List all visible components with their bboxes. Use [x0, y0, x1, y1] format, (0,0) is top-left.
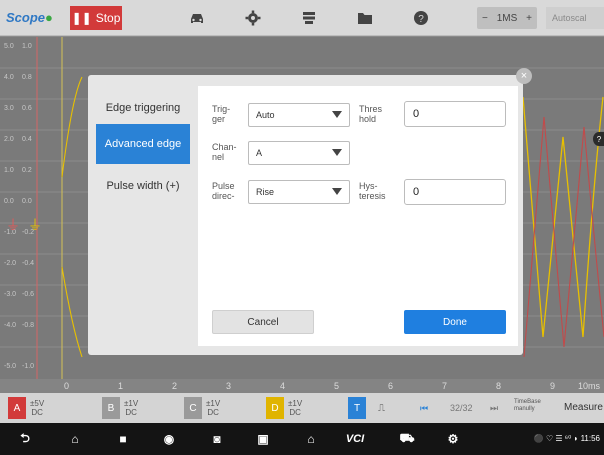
- tab-advanced-edge[interactable]: Advanced edge: [96, 124, 190, 164]
- threshold-input[interactable]: 0: [404, 101, 506, 127]
- channel-label: Chan- nel: [212, 142, 237, 162]
- channel-d-marker-icon[interactable]: ⏚: [28, 215, 42, 235]
- channel-a-badge[interactable]: A: [8, 397, 26, 419]
- timebase-plus-button[interactable]: +: [526, 13, 532, 24]
- stop-label: Stop: [95, 11, 121, 25]
- garage-icon[interactable]: ⌂: [302, 431, 320, 447]
- trigger-channel-button[interactable]: T: [348, 397, 366, 419]
- camera-icon[interactable]: ◙: [208, 431, 226, 447]
- service-icon[interactable]: ⚙: [444, 431, 462, 447]
- pause-icon: ❚❚: [71, 11, 92, 25]
- vci-icon[interactable]: VCI: [340, 431, 370, 447]
- pulse-direction-label: Pulse direc-: [212, 181, 235, 201]
- channel-b-badge[interactable]: B: [102, 397, 120, 419]
- done-button[interactable]: Done: [404, 310, 506, 334]
- help-icon[interactable]: ?: [412, 9, 430, 27]
- trigger-label: Trig- ger: [212, 104, 231, 124]
- trigger-select[interactable]: Auto: [248, 103, 350, 127]
- tab-edge-triggering[interactable]: Edge triggering: [96, 88, 190, 128]
- x-axis: 0 1 2 3 4 5 6 7 8 9 10ms: [0, 379, 604, 393]
- measure-button[interactable]: Measure: [564, 402, 603, 413]
- folder-icon[interactable]: [356, 9, 374, 27]
- gear-icon[interactable]: [244, 9, 262, 27]
- pulse-icon[interactable]: ⎍: [378, 403, 385, 414]
- channel-a-control[interactable]: A ±5V DC: [8, 397, 56, 419]
- top-toolbar: Scope● ❚❚ Stop ? − 1MS + Autoscal: [0, 0, 604, 36]
- autoscale-button[interactable]: Autoscal: [546, 7, 604, 29]
- channel-c-badge[interactable]: C: [184, 397, 202, 419]
- timebase-minus-button[interactable]: −: [482, 13, 488, 24]
- timebase-value: 1MS: [496, 12, 518, 24]
- hysteresis-label: Hys- teresis: [359, 181, 386, 201]
- recent-apps-icon[interactable]: ■: [114, 431, 132, 447]
- stop-button[interactable]: ❚❚ Stop: [70, 6, 122, 30]
- browser-icon[interactable]: ◉: [160, 431, 178, 447]
- timebase-mode[interactable]: TimeBase manully: [514, 399, 554, 413]
- svg-text:?: ?: [418, 14, 424, 25]
- channel-d-badge[interactable]: D: [266, 397, 284, 419]
- stack-icon[interactable]: [300, 9, 318, 27]
- home-icon[interactable]: ⌂: [66, 431, 84, 447]
- timebase-control[interactable]: − 1MS +: [477, 7, 537, 29]
- info-tab-icon[interactable]: ?: [593, 132, 604, 146]
- status-bar: ⚫ ♡ ☰ ⁶⁰ ◗ 11:56: [533, 434, 600, 443]
- app-brand: Scope●: [6, 10, 53, 25]
- scope-screen: Scope● ❚❚ Stop ? − 1MS + Autoscal 5.0 4.…: [0, 0, 604, 455]
- cancel-button[interactable]: Cancel: [212, 310, 314, 334]
- channel-b-control[interactable]: B ±1V DC: [102, 397, 150, 419]
- system-nav-bar: ⮌ ⌂ ■ ◉ ◙ ▣ ⌂ VCI ⛟ ⚙ ⚫ ♡ ☰ ⁶⁰ ◗ 11:56: [0, 423, 604, 455]
- page-indicator: 32/32: [450, 403, 473, 413]
- chevron-down-icon: [325, 142, 349, 164]
- tab-pulse-width[interactable]: Pulse width (+): [96, 166, 190, 206]
- back-icon[interactable]: ⮌: [16, 431, 34, 447]
- channel-c-control[interactable]: C ±1V DC: [184, 397, 232, 419]
- next-page-icon[interactable]: ⏭: [490, 403, 498, 414]
- chevron-down-icon: [325, 104, 349, 126]
- channel-select[interactable]: A: [248, 141, 350, 165]
- threshold-label: Thres hold: [359, 104, 383, 124]
- car-icon[interactable]: [188, 9, 206, 27]
- channel-d-control[interactable]: D ±1V DC: [266, 397, 314, 419]
- close-icon[interactable]: ×: [516, 68, 532, 84]
- car-menu-icon[interactable]: ⛟: [398, 431, 416, 447]
- hysteresis-input[interactable]: 0: [404, 179, 506, 205]
- channel-bar: A ±5V DC B ±1V DC C ±1V DC D ±1V DC T ⎍ ⏮ 32…: [0, 393, 604, 423]
- pulse-direction-select[interactable]: Rise: [248, 180, 350, 204]
- trigger-type-tabs: Edge triggering Advanced edge Pulse widt…: [96, 86, 190, 346]
- trigger-marker-icon[interactable]: ⏚: [6, 215, 20, 235]
- chevron-down-icon: [325, 181, 349, 203]
- first-page-icon[interactable]: ⏮: [420, 403, 428, 414]
- screenshot-icon[interactable]: ▣: [254, 431, 272, 447]
